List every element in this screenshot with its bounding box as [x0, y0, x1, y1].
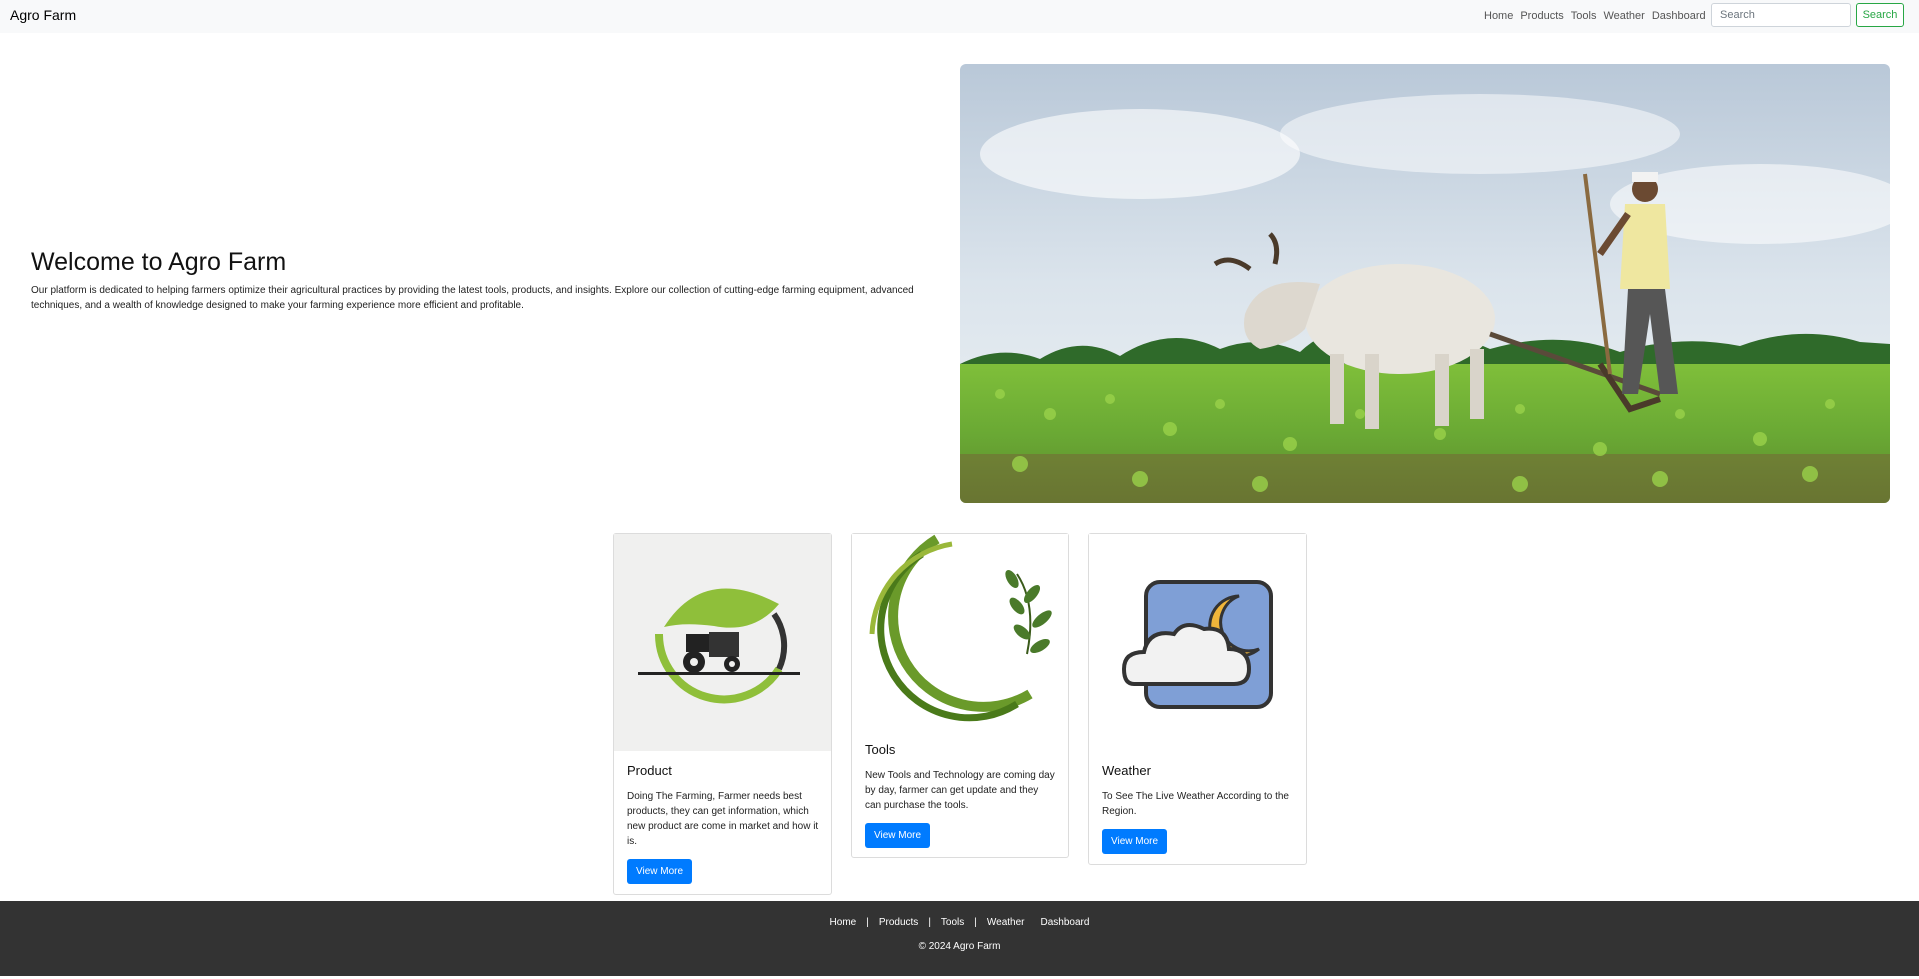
nav-link-home[interactable]: Home	[1484, 10, 1513, 22]
weather-card-text: To See The Live Weather According to the…	[1102, 791, 1289, 817]
footer-separator: |	[866, 917, 869, 928]
footer: Home | Products | Tools | Weather Dashboard © 2…	[0, 901, 1919, 976]
footer-separator: |	[928, 917, 931, 928]
footer-link-tools[interactable]: Tools	[941, 917, 964, 928]
tools-card-image	[852, 534, 1068, 734]
footer-link-home[interactable]: Home	[830, 917, 857, 928]
tools-card-title: Tools	[865, 742, 896, 757]
weather-card-body: Weather To See The Live Weather Accordin…	[1102, 763, 1294, 854]
footer-link-weather[interactable]: Weather	[987, 917, 1025, 928]
footer-links: Home | Products | Tools | Weather Dashboard	[0, 917, 1919, 928]
product-card-body: Product Doing The Farming, Farmer needs …	[627, 763, 819, 884]
hero-description: Our platform is dedicated to helping far…	[31, 285, 914, 311]
product-card: Product Doing The Farming, Farmer needs …	[613, 533, 832, 895]
weather-card-image	[1089, 534, 1306, 751]
hero-title: Welcome to Agro Farm	[31, 248, 287, 276]
weather-card-title: Weather	[1102, 763, 1151, 778]
product-card-text: Doing The Farming, Farmer needs best pro…	[627, 791, 819, 847]
tools-card: Tools New Tools and Technology are comin…	[851, 533, 1069, 858]
footer-separator: |	[974, 917, 977, 928]
nav-links: Home Products Tools Weather Dashboard	[1484, 10, 1713, 22]
tools-view-more-button[interactable]: View More	[865, 823, 931, 848]
navbar: Agro Farm Home Products Tools Weather Da…	[0, 0, 1919, 33]
nav-link-dashboard[interactable]: Dashboard	[1652, 10, 1706, 22]
cloud-moon-icon	[1121, 580, 1273, 709]
product-card-image	[614, 534, 831, 751]
search-input[interactable]	[1711, 3, 1851, 27]
nav-link-products[interactable]: Products	[1520, 10, 1563, 22]
tools-card-text: New Tools and Technology are coming day …	[865, 770, 1055, 811]
tractor-leaf-logo-icon	[638, 588, 800, 704]
copyright-text: © 2024 Agro Farm	[918, 941, 1001, 952]
brand-logo-link[interactable]: Agro Farm	[10, 7, 76, 23]
search-button[interactable]: Search	[1856, 3, 1904, 27]
footer-link-products[interactable]: Products	[879, 917, 918, 928]
weather-view-more-button[interactable]: View More	[1102, 829, 1168, 854]
tools-card-body: Tools New Tools and Technology are comin…	[865, 742, 1056, 848]
product-view-more-button[interactable]: View More	[627, 859, 693, 884]
nav-link-weather[interactable]: Weather	[1603, 10, 1644, 22]
nav-link-tools[interactable]: Tools	[1571, 10, 1597, 22]
leaf-circle-logo-icon	[869, 534, 1052, 722]
hero-farmer-image	[960, 64, 1890, 503]
product-card-title: Product	[627, 763, 672, 778]
weather-card: Weather To See The Live Weather Accordin…	[1088, 533, 1307, 865]
footer-link-dashboard[interactable]: Dashboard	[1041, 917, 1090, 928]
